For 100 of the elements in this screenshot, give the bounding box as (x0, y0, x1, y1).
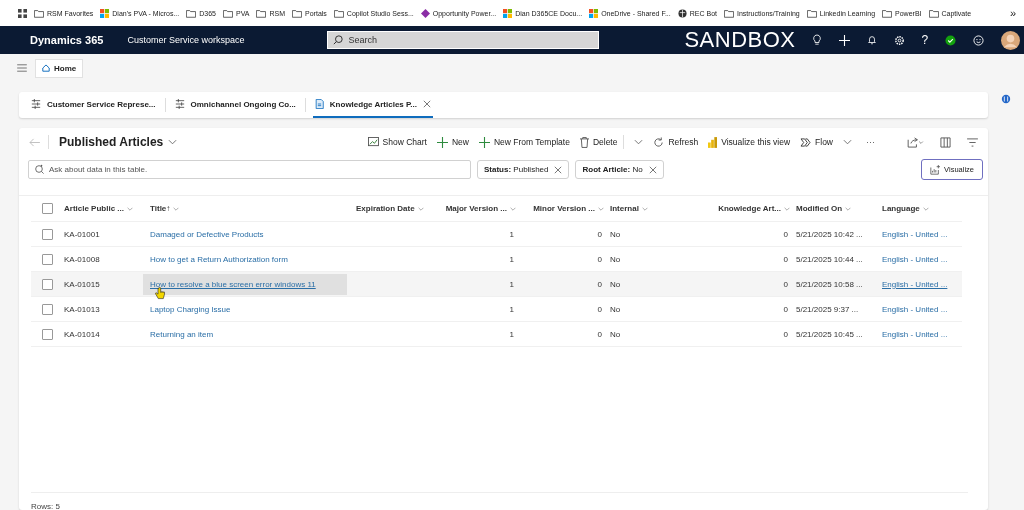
column-header[interactable]: Article Public ... (64, 204, 124, 213)
table-cell: 5/21/2025 10:58 ... (796, 279, 863, 289)
chevron-down-icon[interactable] (843, 139, 852, 145)
command-button[interactable]: New From Template (478, 136, 570, 148)
home-tab[interactable]: Home (35, 58, 84, 78)
folder-icon (882, 8, 893, 18)
command-button[interactable]: New (436, 136, 469, 148)
column-header[interactable]: Language (882, 204, 920, 213)
row-checkbox[interactable] (42, 228, 53, 240)
table-cell: 1 (509, 304, 514, 314)
record-link[interactable]: English - United ... (882, 279, 948, 289)
command-button[interactable]: Visualize this view (708, 136, 791, 148)
table-cell: No (610, 304, 621, 314)
ask-field[interactable]: Ask about data in this table. (28, 160, 471, 179)
row-checkbox[interactable] (42, 328, 53, 340)
table-row[interactable]: KA-01014 Returning an item 1 0 No 0 5/21/2025 10:45 ... English - United ... (31, 322, 962, 347)
table-cell: KA-01001 (64, 229, 100, 239)
table-cell: 0 (597, 254, 602, 264)
chevron-down-icon[interactable] (922, 206, 929, 211)
column-header[interactable]: Major Version ... (445, 204, 507, 213)
table-cell: 5/21/2025 10:44 ... (796, 254, 863, 264)
back-arrow-icon[interactable] (29, 137, 40, 147)
command-button[interactable]: Show Chart (367, 137, 427, 147)
row-checkbox[interactable] (42, 253, 53, 265)
session-tab[interactable]: Knowledge Articles P... (312, 92, 433, 118)
status-icon[interactable] (945, 34, 957, 46)
chevron-down-icon[interactable] (784, 206, 790, 211)
column-header[interactable]: Minor Version ... (533, 204, 595, 213)
help-button[interactable]: ? (921, 33, 929, 47)
four-squares-icon (100, 8, 110, 18)
column-header[interactable]: Internal (610, 204, 639, 213)
command-button[interactable]: Flow (800, 137, 833, 147)
columns-icon[interactable] (940, 136, 951, 148)
column-header[interactable]: Modified On (796, 204, 843, 213)
close-icon[interactable] (554, 165, 563, 174)
more-commands-button[interactable]: ··· (862, 137, 879, 147)
column-header[interactable]: Expiration Date (356, 204, 415, 213)
table-row[interactable]: KA-01015 How to resolve a blue screen error windows 11 1 0 No 0 5/21/2025 10:58 ... English - United ... (31, 272, 962, 297)
record-link[interactable]: Damaged or Defective Products (150, 229, 264, 239)
flow-icon (800, 137, 812, 147)
table-cell: 5/21/2025 9:37 ... (796, 304, 859, 314)
command-button[interactable]: Delete (579, 136, 618, 148)
chevron-down-icon[interactable] (127, 206, 133, 211)
settings-icon[interactable] (893, 34, 905, 46)
chevron-down-icon[interactable] (641, 206, 648, 211)
column-header[interactable]: Knowledge Art... (718, 204, 781, 213)
filter-chip[interactable]: Root Article: No (575, 160, 664, 179)
chevron-down-icon[interactable] (634, 139, 644, 145)
app-name[interactable]: Dynamics 365 (30, 34, 104, 46)
avatar-icon[interactable] (1001, 30, 1021, 50)
close-icon[interactable] (648, 165, 657, 174)
lightbulb-icon[interactable] (811, 34, 822, 46)
share-icon[interactable] (907, 136, 924, 148)
chevron-down-icon[interactable] (173, 206, 180, 211)
select-all-checkbox[interactable] (42, 203, 53, 214)
folder-icon (256, 8, 267, 18)
table-cell: 1 (509, 229, 514, 239)
record-link[interactable]: English - United ... (882, 254, 948, 264)
chevron-down-icon[interactable] (598, 206, 604, 211)
table-cell: No (610, 329, 621, 339)
view-selector[interactable]: Published Articles (59, 135, 178, 149)
table-cell: 0 (783, 279, 788, 289)
column-header[interactable]: Title↑ (150, 204, 171, 213)
record-link[interactable]: English - United ... (882, 329, 948, 339)
filter-chip[interactable]: Status: Published (477, 160, 570, 179)
document-icon (314, 99, 324, 109)
session-tab[interactable]: Customer Service Represe... (29, 92, 158, 118)
record-link[interactable]: English - United ... (882, 304, 948, 314)
chevron-down-icon[interactable] (510, 206, 516, 211)
plus-icon[interactable] (838, 34, 850, 46)
record-link[interactable]: Laptop Charging Issue (150, 304, 231, 314)
row-checkbox[interactable] (42, 303, 53, 315)
close-icon[interactable] (423, 100, 431, 108)
table-cell: No (610, 279, 621, 289)
row-checkbox[interactable] (42, 278, 53, 290)
workspace-name: Customer Service workspace (127, 35, 245, 45)
smiley-icon[interactable] (973, 34, 985, 46)
table-row[interactable]: KA-01013 Laptop Charging Issue 1 0 No 0 5/21/2025 9:37 ... English - United ... (31, 297, 962, 322)
table-cell: 5/21/2025 10:42 ... (796, 229, 863, 239)
notifications-icon[interactable] (866, 35, 877, 45)
record-link[interactable]: How to resolve a blue screen error windows 11 (143, 273, 347, 295)
menu-icon[interactable] (17, 64, 27, 72)
table-cell: 5/21/2025 10:45 ... (796, 329, 863, 339)
home-icon (42, 64, 50, 72)
filter-icon[interactable] (967, 137, 978, 147)
apps-icon[interactable] (18, 8, 27, 18)
more-bookmarks-button[interactable]: » (1009, 7, 1016, 19)
environment-label: SANDBOX (684, 27, 796, 53)
folder-icon (186, 8, 197, 18)
search-field[interactable]: Search (327, 31, 600, 49)
chart-icon (367, 137, 379, 147)
record-link[interactable]: How to get a Return Authorization form (150, 254, 288, 264)
session-tab[interactable]: Omnichannel Ongoing Co... (172, 92, 298, 118)
record-link[interactable]: Returning an item (150, 329, 214, 339)
chevron-down-icon[interactable] (417, 206, 424, 211)
table-row[interactable]: KA-01001 Damaged or Defective Products 1 0 No 0 5/21/2025 10:42 ... English - United ... (31, 222, 962, 247)
chevron-down-icon[interactable] (845, 206, 852, 211)
command-button[interactable]: Refresh (653, 136, 699, 148)
record-link[interactable]: English - United ... (882, 229, 948, 239)
folder-icon (34, 8, 44, 18)
